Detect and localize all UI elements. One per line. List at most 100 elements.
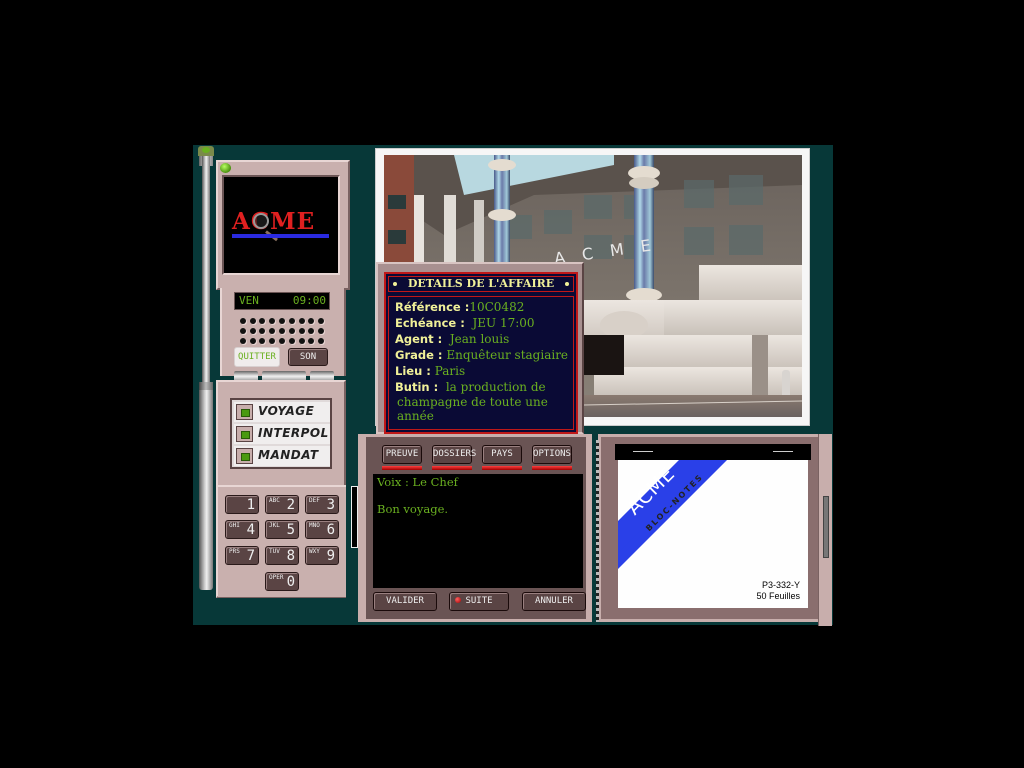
mode-voyage[interactable]: VOYAGE <box>234 402 330 422</box>
notepad-reference: P3-332-Y 50 Feuilles <box>756 580 800 602</box>
tab-indicator <box>382 466 422 470</box>
speaker-hole <box>288 328 295 334</box>
speaker-hole <box>259 338 266 344</box>
message-speaker: Voix : Le Chef <box>377 475 458 489</box>
key-3[interactable]: DEF 3 <box>305 495 339 514</box>
key-1[interactable]: 1 <box>225 495 259 514</box>
speaker-hole <box>278 318 285 324</box>
speaker-hole <box>269 328 276 334</box>
notepad-side <box>818 434 832 626</box>
antenna-pole[interactable] <box>198 146 214 590</box>
acme-logo: ACME <box>232 208 332 250</box>
detail-label: Agent : <box>395 332 443 346</box>
indicator-led-icon <box>455 597 461 603</box>
case-details-body: Référence :10C0482 Echéance : JEU 17:00 … <box>388 296 574 430</box>
notepad-cover-band <box>618 460 741 588</box>
detail-value: la production de <box>445 380 546 394</box>
speaker-hole <box>269 338 276 344</box>
notepad-topbar <box>615 444 811 460</box>
key-digit: 8 <box>286 548 295 564</box>
tab-countries[interactable]: PAYS <box>482 445 522 464</box>
key-digit: 6 <box>326 522 335 538</box>
key-7[interactable]: PRS 7 <box>225 546 259 565</box>
detail-value: Enquêteur stagiaire <box>446 348 569 362</box>
speaker-hole <box>298 328 305 334</box>
key-9[interactable]: WXY 9 <box>305 546 339 565</box>
key-digit: 5 <box>286 522 295 538</box>
topbar-line <box>633 451 653 452</box>
speaker-hole <box>278 328 285 334</box>
speaker-hole <box>239 338 246 344</box>
notepad[interactable]: ACME BLOC-NOTES P3-332-Y 50 Feuilles <box>618 460 808 608</box>
key-2[interactable]: ABC 2 <box>265 495 299 514</box>
mode-label: MANDAT <box>258 448 319 462</box>
mode-label: INTERPOL <box>258 426 329 440</box>
case-details-title: DETAILS DE L'AFFAIRE <box>388 276 574 292</box>
detail-row-loot: Butin : la production de <box>395 380 546 394</box>
speaker-hole <box>249 318 256 324</box>
tab-indicator <box>432 466 472 470</box>
cancel-button[interactable]: ANNULER <box>522 592 586 611</box>
key-letters: GHI <box>229 522 240 529</box>
acme-logo-text: ACME <box>232 208 316 235</box>
key-letters: JKL <box>269 522 280 529</box>
bullet-icon <box>393 282 397 286</box>
detail-row-location: Lieu : Paris <box>395 364 465 378</box>
speaker-hole <box>298 318 305 324</box>
key-digit: 0 <box>286 574 295 590</box>
lcd-display: VEN 09:00 <box>234 292 330 310</box>
message-text: Bon voyage. <box>377 502 449 516</box>
power-led-icon <box>220 163 231 173</box>
key-letters: OPER <box>269 574 284 581</box>
speaker-hole <box>288 318 295 324</box>
tab-dossiers[interactable]: DOSSIERS <box>432 445 476 464</box>
detail-label: Lieu : <box>395 364 431 378</box>
mode-mandat[interactable]: MANDAT <box>234 446 330 466</box>
notepad-sheet-count: 50 Feuilles <box>756 591 800 601</box>
key-digit: 3 <box>326 497 335 513</box>
detail-label: Grade : <box>395 348 443 362</box>
speaker-hole <box>239 318 246 324</box>
key-digit: 2 <box>286 497 295 513</box>
key-digit: 1 <box>246 497 255 513</box>
key-digit: 7 <box>246 548 255 564</box>
tab-evidence[interactable]: PREUVE <box>382 445 422 464</box>
message-box: Voix : Le Chef Bon voyage. <box>373 474 583 588</box>
topbar-line <box>773 451 793 452</box>
detail-value: Jean louis <box>449 332 510 346</box>
speaker-hole <box>269 318 276 324</box>
next-button-label: SUITE <box>465 596 493 606</box>
logo-underline <box>232 234 329 238</box>
key-5[interactable]: JKL 5 <box>265 520 299 539</box>
key-letters: TUV <box>269 548 280 555</box>
speaker-hole <box>298 338 305 344</box>
speaker-hole <box>308 318 315 324</box>
mode-panel: VOYAGE INTERPOL MANDAT <box>230 398 332 469</box>
sound-button[interactable]: SON <box>288 348 328 366</box>
key-4[interactable]: GHI 4 <box>225 520 259 539</box>
quit-button[interactable]: QUITTER <box>234 347 280 367</box>
tab-options[interactable]: OPTIONS <box>532 445 572 464</box>
speaker-hole <box>259 328 266 334</box>
speaker-hole <box>318 338 325 344</box>
mode-indicator-icon[interactable] <box>236 404 253 420</box>
key-8[interactable]: TUV 8 <box>265 546 299 565</box>
mode-interpol[interactable]: INTERPOL <box>234 424 330 444</box>
notepad-slider[interactable] <box>823 496 829 558</box>
magnifier-icon <box>253 213 269 229</box>
key-0[interactable]: OPER 0 <box>265 572 299 591</box>
notepad-spiral <box>596 440 599 622</box>
tab-indicator <box>482 466 522 470</box>
validate-button[interactable]: VALIDER <box>373 592 437 611</box>
speaker-hole <box>308 338 315 344</box>
next-button[interactable]: SUITE <box>449 592 509 611</box>
detail-value: 10C0482 <box>469 300 525 314</box>
mode-indicator-icon[interactable] <box>236 426 253 442</box>
speaker-hole <box>259 318 266 324</box>
loot-continued: champagne de toute une <box>397 395 548 409</box>
key-letters: MNO <box>309 522 320 529</box>
key-6[interactable]: MNO 6 <box>305 520 339 539</box>
detail-value: JEU 17:00 <box>472 316 535 330</box>
antenna-light-icon <box>198 146 214 156</box>
mode-indicator-icon[interactable] <box>236 448 253 464</box>
